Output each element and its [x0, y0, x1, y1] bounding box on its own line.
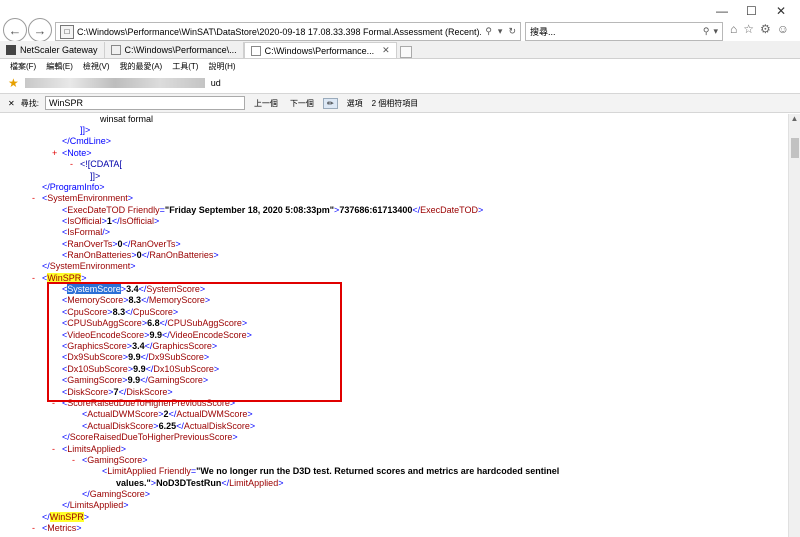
find-query: WinSPR [48, 98, 83, 108]
xml-line: </GamingScore> [82, 489, 151, 499]
find-bar: ✕ 尋找: WinSPR 上一個 下一個 ✏ 選項 2 個相符項目 [0, 93, 800, 113]
tab-label: NetScaler Gateway [20, 45, 98, 55]
favorites-star-icon[interactable]: ☆ [743, 22, 754, 36]
tab-label: C:\Windows\Performance\... [124, 45, 237, 55]
vertical-scrollbar[interactable]: ▲ [788, 114, 800, 537]
xml-line: </WinSPR> [42, 512, 90, 522]
expand-icon: + [52, 148, 58, 158]
xml-line[interactable]: + <Note> [52, 148, 92, 159]
close-button[interactable]: ✕ [776, 4, 786, 18]
xml-line: values.">NoD3DTestRun</LimitApplied> [116, 478, 284, 488]
collapse-icon: - [72, 455, 75, 465]
xml-file-icon [250, 45, 261, 56]
search-placeholder: 搜尋... [530, 27, 556, 37]
search-icon[interactable]: ⚲ [703, 26, 710, 37]
menu-view[interactable]: 檢視(V) [83, 61, 110, 72]
search-icon[interactable]: ⚲ [485, 26, 492, 37]
xml-line: <IsOfficial>1</IsOfficial> [62, 216, 160, 226]
dropdown-icon[interactable]: ▾ [713, 26, 718, 37]
smiley-icon[interactable]: ☺ [777, 22, 789, 36]
favorite-suffix[interactable]: ud [211, 78, 221, 88]
xml-line: </CmdLine> [62, 136, 112, 146]
tab-xml-1[interactable]: C:\Windows\Performance\... [104, 42, 244, 58]
xml-line: winsat formal [100, 114, 154, 124]
scroll-thumb[interactable] [791, 138, 799, 158]
tab-xml-2[interactable]: C:\Windows\Performance... ✕ [243, 42, 397, 58]
address-text[interactable]: C:\Windows\Performance\WinSAT\DataStore\… [77, 27, 481, 37]
find-label: 尋找: [20, 98, 39, 108]
tab-label: C:\Windows\Performance... [264, 45, 375, 56]
address-bar[interactable]: □ C:\Windows\Performance\WinSAT\DataStor… [55, 22, 521, 41]
new-tab-button[interactable] [399, 46, 412, 58]
xml-line[interactable]: - <GamingScore> [72, 455, 148, 466]
menu-edit[interactable]: 編輯(E) [46, 61, 73, 72]
xml-line: <LimitApplied Friendly="We no longer run… [102, 466, 560, 476]
favorites-star-icon[interactable]: ★ [8, 76, 19, 90]
gear-icon[interactable]: ⚙ [760, 22, 771, 36]
collapse-icon: - [32, 273, 35, 283]
xml-line[interactable]: - <SystemEnvironment> [32, 193, 133, 204]
collapse-icon: - [52, 444, 55, 454]
xml-line: <ActualDiskScore>6.25</ActualDiskScore> [82, 421, 256, 431]
blurred-favorite[interactable] [24, 78, 205, 88]
collapse-icon: - [32, 193, 35, 203]
menu-help[interactable]: 說明(H) [208, 61, 235, 72]
forward-button[interactable]: → [28, 18, 52, 42]
collapse-icon: - [70, 159, 73, 169]
back-button[interactable]: ← [3, 18, 27, 42]
dropdown-icon[interactable]: ▾ [498, 26, 503, 37]
xml-line: <RanOnBatteries>0</RanOnBatteries> [62, 250, 219, 260]
xml-line: </LimitsApplied> [62, 500, 129, 510]
title-bar: ← → □ C:\Windows\Performance\WinSAT\Data… [0, 0, 800, 42]
xml-file-icon [110, 45, 121, 55]
xml-line[interactable]: - <LimitsApplied> [52, 444, 126, 455]
refresh-icon[interactable]: ↻ [508, 26, 516, 37]
tab-strip: NetScaler Gateway C:\Windows\Performance… [0, 41, 800, 59]
page-icon: □ [60, 24, 74, 39]
collapse-icon: - [32, 523, 35, 533]
menu-bar: 檔案(F) 編輯(E) 檢視(V) 我的最愛(A) 工具(T) 說明(H) [0, 59, 800, 73]
find-prev-button[interactable]: 上一個 [251, 98, 281, 109]
home-icon[interactable]: ⌂ [730, 22, 737, 36]
xml-line: <ActualDWMScore>2</ActualDWMScore> [82, 409, 253, 419]
find-next-button[interactable]: 下一個 [287, 98, 317, 109]
xml-line[interactable]: - <Metrics> [32, 523, 82, 534]
xml-line: <ExecDateTOD Friendly="Friday September … [62, 205, 484, 215]
xml-line: ]]> [90, 171, 101, 181]
find-options-button[interactable]: 選項 [344, 98, 366, 109]
highlight-icon[interactable]: ✏ [322, 97, 338, 109]
back-arrow-icon: ← [8, 22, 22, 38]
favorites-bar: ★ ud [0, 73, 800, 93]
tab-netscaler[interactable]: NetScaler Gateway [0, 42, 105, 58]
xml-line[interactable]: - <![CDATA[ [70, 159, 122, 170]
xml-line: </ScoreRaisedDueToHigherPreviousScore> [62, 432, 238, 442]
xml-line: <IsFormal/> [62, 227, 111, 237]
xml-line: ]]> [80, 125, 91, 135]
scroll-up-icon[interactable]: ▲ [789, 114, 800, 126]
find-input[interactable]: WinSPR [44, 96, 245, 110]
find-match-count: 2 個相符項目 [371, 98, 419, 108]
search-box[interactable]: 搜尋... ⚲ ▾ [525, 22, 723, 41]
menu-tools[interactable]: 工具(T) [172, 61, 198, 72]
close-tab-icon[interactable]: ✕ [382, 45, 390, 56]
xml-line: </ProgramInfo> [42, 182, 105, 192]
maximize-button[interactable]: ☐ [746, 4, 757, 18]
xml-line: <RanOverTs>0</RanOverTs> [62, 239, 181, 249]
forward-arrow-icon: → [33, 22, 47, 38]
xml-line: </SystemEnvironment> [42, 261, 136, 271]
minimize-button[interactable]: — [716, 4, 728, 18]
menu-favorites[interactable]: 我的最愛(A) [120, 61, 163, 72]
find-close-button[interactable]: ✕ [8, 99, 15, 108]
netscaler-icon [6, 45, 16, 55]
search-highlight: WinSPR [49, 512, 84, 522]
red-annotation-box [47, 282, 342, 402]
menu-file[interactable]: 檔案(F) [10, 61, 36, 72]
